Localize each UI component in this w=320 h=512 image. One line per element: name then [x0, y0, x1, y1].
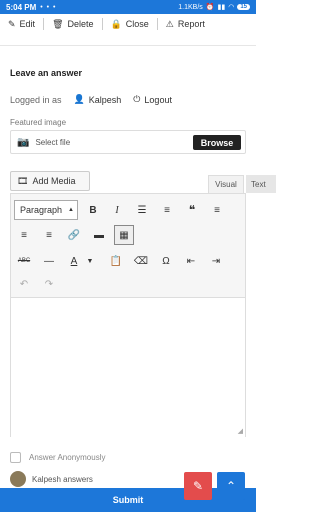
color-dropdown-icon[interactable]: ▼: [83, 251, 97, 271]
select-file-text: Select file: [35, 137, 71, 147]
indent-icon[interactable]: ⇥: [206, 251, 226, 271]
status-time: 5:04 PM: [6, 2, 37, 12]
logout-label: Logout: [144, 94, 172, 105]
add-media-button[interactable]: 🎞 Add Media: [10, 171, 90, 191]
pencil-icon: ✎: [192, 479, 204, 493]
bullet-list-icon[interactable]: ☰: [132, 200, 152, 220]
browse-button[interactable]: Browse: [193, 135, 241, 150]
user-name: Kalpesh: [88, 94, 122, 105]
edit-label: Edit: [19, 19, 36, 29]
link-icon[interactable]: 🔗: [64, 225, 84, 245]
special-character-button[interactable]: Ω: [156, 251, 176, 271]
tab-text[interactable]: Text: [246, 175, 276, 193]
camera-icon: 📷: [17, 136, 30, 148]
status-notification-dots: • • •: [40, 3, 57, 11]
warning-icon: ⚠: [165, 18, 174, 29]
editor-content-area[interactable]: ◢: [11, 299, 245, 437]
delete-label: Delete: [67, 19, 94, 29]
bold-button[interactable]: B: [83, 200, 103, 220]
read-more-icon[interactable]: ▬: [89, 225, 109, 245]
answer-author-row: Kalpesh answers: [10, 471, 93, 487]
user-icon: 👤: [73, 94, 85, 104]
italic-button[interactable]: I: [107, 200, 127, 220]
close-button[interactable]: 🔒 Close: [103, 18, 158, 30]
tab-visual[interactable]: Visual: [208, 175, 244, 193]
redo-icon[interactable]: ↷: [39, 274, 59, 294]
paste-text-icon[interactable]: 📋: [106, 251, 126, 271]
answer-anonymously-row[interactable]: Answer Anonymously: [10, 452, 105, 463]
avatar: [10, 471, 26, 487]
anonymous-checkbox[interactable]: [10, 452, 21, 463]
numbered-list-icon[interactable]: ≡: [157, 200, 177, 220]
signal-icon: ▮▮: [217, 4, 226, 11]
lock-icon: 🔒: [110, 18, 122, 29]
battery-level: 15: [237, 4, 250, 10]
outdent-icon[interactable]: ⇤: [181, 251, 201, 271]
logout-link[interactable]: ⏻ Logout: [133, 94, 172, 105]
status-bar: 5:04 PM • • • 1.1KB/s ⏰ ▮▮ ◠ 15: [0, 0, 256, 14]
edit-button[interactable]: ✎ Edit: [8, 18, 45, 30]
close-label: Close: [125, 19, 149, 29]
blockquote-button[interactable]: ❝: [182, 200, 202, 220]
format-select-value: Paragraph: [20, 205, 63, 215]
align-left-icon[interactable]: ≡: [207, 200, 227, 220]
clear-formatting-icon[interactable]: ⌫: [131, 251, 151, 271]
divider: [0, 45, 256, 46]
status-right: 1.1KB/s ⏰ ▮▮ ◠ 15: [178, 3, 250, 11]
strikethrough-button[interactable]: ABC: [14, 251, 34, 271]
report-label: Report: [177, 19, 205, 29]
user-link[interactable]: 👤 Kalpesh: [74, 94, 122, 105]
logout-icon: ⏻: [133, 94, 141, 104]
logged-in-label: Logged in as: [10, 94, 62, 105]
question-action-bar: ✎ Edit 🗑 Delete 🔒 Close ⚠ Report: [0, 15, 256, 33]
wifi-icon: ◠: [228, 4, 235, 11]
editor-toolbar: Paragraph ▲ B I ☰ ≡ ❝ ≡ ≡ ≡ 🔗 ▬ ▦ ABC — …: [11, 194, 245, 298]
featured-image-label: Featured image: [10, 118, 67, 127]
media-icon: 🎞: [17, 175, 29, 186]
trash-icon: 🗑: [52, 18, 64, 29]
chevron-up-icon: ⌃: [225, 479, 237, 493]
caret-up-icon: ▲: [68, 207, 74, 213]
network-speed: 1.1KB/s: [178, 3, 203, 11]
toolbar-toggle-icon[interactable]: ▦: [114, 225, 134, 245]
add-media-label: Add Media: [32, 176, 76, 186]
text-color-button[interactable]: A: [64, 251, 84, 271]
logged-in-row: Logged in as 👤 Kalpesh ⏻ Logout: [10, 94, 172, 105]
resize-handle-icon[interactable]: ◢: [238, 427, 243, 435]
answer-editor: Paragraph ▲ B I ☰ ≡ ❝ ≡ ≡ ≡ 🔗 ▬ ▦ ABC — …: [10, 193, 246, 437]
delete-button[interactable]: 🗑 Delete: [44, 18, 103, 30]
featured-image-field[interactable]: 📷 Select file Browse: [10, 130, 246, 154]
horizontal-line-icon[interactable]: —: [39, 251, 59, 271]
format-select[interactable]: Paragraph ▲: [14, 200, 78, 220]
align-center-icon[interactable]: ≡: [14, 225, 34, 245]
undo-icon[interactable]: ↶: [14, 274, 34, 294]
align-right-icon[interactable]: ≡: [39, 225, 59, 245]
anonymous-label: Answer Anonymously: [29, 453, 106, 462]
scroll-top-button[interactable]: ⌃: [217, 472, 245, 500]
pencil-icon: ✎: [8, 18, 16, 29]
edit-fab-button[interactable]: ✎: [184, 472, 212, 500]
section-title: Leave an answer: [10, 68, 83, 78]
alarm-icon: ⏰: [205, 4, 215, 11]
report-button[interactable]: ⚠ Report: [158, 18, 213, 30]
author-answers-label: Kalpesh answers: [32, 474, 93, 484]
